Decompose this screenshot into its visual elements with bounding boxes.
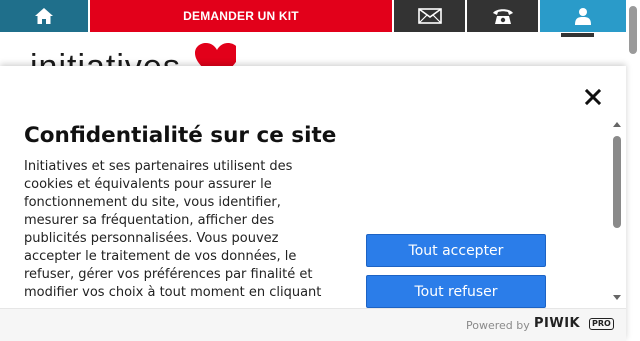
home-button[interactable] <box>0 0 88 32</box>
envelope-icon <box>417 8 442 24</box>
consent-scrollbar[interactable] <box>610 122 624 300</box>
contact-mail-button[interactable] <box>394 0 465 32</box>
top-navigation-bar: DEMANDER UN KIT <box>0 0 640 32</box>
consent-scrollbar-thumb[interactable] <box>613 136 621 228</box>
home-icon <box>35 8 53 24</box>
request-kit-button[interactable]: DEMANDER UN KIT <box>90 0 392 32</box>
page-scrollbar[interactable] <box>626 0 640 341</box>
user-icon <box>575 8 591 25</box>
request-kit-label: DEMANDER UN KIT <box>183 9 299 23</box>
accept-all-button[interactable]: Tout accepter <box>366 234 546 267</box>
close-icon <box>584 88 602 106</box>
pro-badge: PRO <box>589 318 614 330</box>
page-scrollbar-thumb[interactable] <box>629 6 637 54</box>
refuse-all-button[interactable]: Tout refuser <box>366 275 546 308</box>
consent-dialog: Confidentialité sur ce site Initiatives … <box>0 66 626 341</box>
consent-footer: Powered by PIWIK PRO <box>0 308 626 341</box>
close-button[interactable] <box>584 88 602 106</box>
scroll-down-arrow-icon[interactable] <box>613 295 621 300</box>
hamburger-icon[interactable] <box>561 33 594 37</box>
consent-title: Confidentialité sur ce site <box>24 123 337 148</box>
scroll-up-arrow-icon[interactable] <box>613 122 621 127</box>
piwik-logo: PIWIK <box>534 316 581 331</box>
phone-icon <box>492 9 513 24</box>
powered-by-label: Powered by <box>466 319 530 332</box>
account-button[interactable] <box>540 0 626 32</box>
consent-text: Initiatives et ses partenaires utilisent… <box>24 159 322 299</box>
phone-button[interactable] <box>467 0 538 32</box>
